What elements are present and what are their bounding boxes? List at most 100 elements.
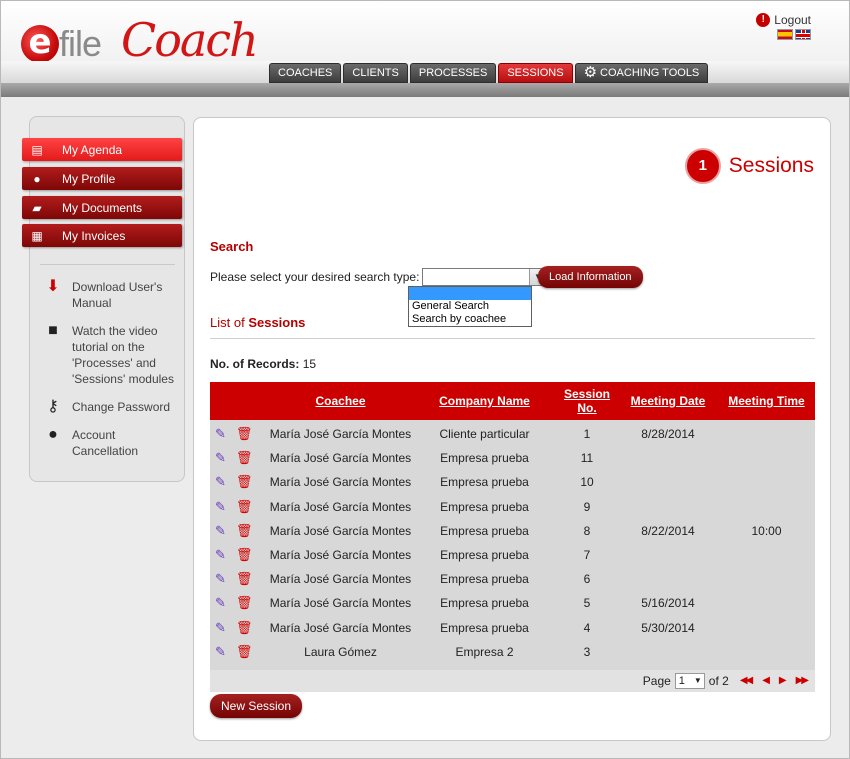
edit-pencil-icon[interactable]: ✎ bbox=[215, 620, 226, 636]
dropdown-option-search-by-coachee[interactable]: Search by coachee bbox=[409, 313, 531, 326]
prev-page-icon[interactable]: ◀ bbox=[762, 675, 770, 686]
next-page-icon[interactable]: ▶ bbox=[779, 675, 787, 686]
cell-meeting-date: 8/28/2014 bbox=[641, 427, 695, 442]
table-row: ✎ 🗑 María José García Montes Empresa prueba… bbox=[210, 470, 815, 494]
column-header-meeting-time[interactable]: Meeting Time bbox=[718, 394, 815, 408]
flag-spain-icon[interactable] bbox=[777, 29, 793, 40]
trash-icon[interactable]: 🗑 bbox=[236, 499, 253, 515]
cell-company: Empresa prueba bbox=[440, 499, 529, 514]
load-information-button[interactable]: Load Information bbox=[538, 266, 643, 288]
trash-icon[interactable]: 🗑 bbox=[236, 644, 253, 660]
table-row: ✎ 🗑 María José García Montes Cliente partic… bbox=[210, 422, 815, 446]
trash-icon[interactable]: 🗑 bbox=[236, 571, 253, 587]
edit-pencil-icon[interactable]: ✎ bbox=[215, 426, 226, 442]
last-page-icon[interactable]: ▶▶ bbox=[796, 675, 809, 686]
trash-icon[interactable]: 🗑 bbox=[236, 450, 253, 466]
efilecoach-logo[interactable]: e file Coach bbox=[21, 9, 259, 69]
list-heading-bold: Sessions bbox=[248, 315, 306, 330]
sidebar-item-my-invoices[interactable]: ▦ My Invoices bbox=[22, 224, 182, 247]
tab-sessions[interactable]: SESSIONS bbox=[498, 63, 573, 83]
link-label: Account Cancellation bbox=[72, 428, 139, 458]
edit-pencil-icon[interactable]: ✎ bbox=[215, 450, 226, 466]
cell-session-no: 9 bbox=[583, 499, 591, 514]
logo-coach: Coach bbox=[121, 13, 259, 67]
tab-label: COACHING TOOLS bbox=[600, 67, 700, 79]
edit-pencil-icon[interactable]: ✎ bbox=[215, 499, 226, 515]
cell-company: Empresa prueba bbox=[440, 596, 529, 611]
cell-meeting-date: 8/22/2014 bbox=[641, 523, 695, 538]
trash-icon[interactable]: 🗑 bbox=[236, 547, 253, 563]
app-frame: e file Coach ! Logout COACHES CLIENTS PR… bbox=[0, 0, 850, 759]
pdf-download-icon: ⬇ bbox=[46, 278, 60, 295]
nav-bar-base bbox=[1, 83, 849, 97]
list-divider bbox=[210, 338, 815, 339]
table-row: ✎ 🗑 María José García Montes Empresa prueba… bbox=[210, 446, 815, 470]
column-header-session-no[interactable]: Session No. bbox=[556, 387, 618, 415]
tab-label: COACHES bbox=[278, 67, 333, 79]
search-type-select[interactable]: ▼ bbox=[422, 268, 547, 286]
video-tutorial-link[interactable]: ■ Watch the video tutorial on the 'Proce… bbox=[40, 323, 180, 387]
cell-coachee: María José García Montes bbox=[269, 620, 412, 635]
row-actions: ✎ 🗑 bbox=[210, 523, 268, 539]
sidebar-item-my-agenda[interactable]: ▤ My Agenda bbox=[22, 138, 182, 161]
edit-pencil-icon[interactable]: ✎ bbox=[215, 571, 226, 587]
dropdown-option-blank[interactable] bbox=[409, 287, 531, 300]
page-select[interactable]: 1 ▼ bbox=[674, 672, 705, 689]
column-header-coachee[interactable]: Coachee bbox=[268, 394, 413, 408]
edit-pencil-icon[interactable]: ✎ bbox=[215, 523, 226, 539]
table-row: ✎ 🗑 María José García Montes Empresa prueba… bbox=[210, 495, 815, 519]
sidebar-item-my-profile[interactable]: ● My Profile bbox=[22, 167, 182, 190]
sidebar-item-label: My Agenda bbox=[62, 142, 123, 157]
tab-coaching-tools[interactable]: ⚙ COACHING TOOLS bbox=[574, 63, 709, 83]
list-heading: List of Sessions bbox=[210, 315, 305, 330]
tab-coaches[interactable]: COACHES bbox=[269, 63, 342, 83]
table-row: ✎ 🗑 María José García Montes Empresa prueba… bbox=[210, 519, 815, 543]
logout-label: Logout bbox=[774, 13, 811, 27]
edit-pencil-icon[interactable]: ✎ bbox=[215, 644, 226, 660]
trash-icon[interactable]: 🗑 bbox=[236, 620, 253, 636]
sidebar-item-my-documents[interactable]: ▰ My Documents bbox=[22, 196, 182, 219]
page-title-text: Sessions bbox=[728, 154, 814, 177]
row-actions: ✎ 🗑 bbox=[210, 499, 268, 515]
pagination: Page 1 ▼ of 2 ◀◀ ◀ ▶ ▶▶ bbox=[210, 669, 815, 692]
edit-pencil-icon[interactable]: ✎ bbox=[215, 474, 226, 490]
first-page-icon[interactable]: ◀◀ bbox=[740, 675, 753, 686]
tab-clients[interactable]: CLIENTS bbox=[343, 63, 408, 83]
row-actions: ✎ 🗑 bbox=[210, 450, 268, 466]
column-header-meeting-date[interactable]: Meeting Date bbox=[618, 394, 718, 408]
trash-icon[interactable]: 🗑 bbox=[236, 474, 253, 490]
dropdown-option-general-search[interactable]: General Search bbox=[409, 300, 531, 313]
edit-pencil-icon[interactable]: ✎ bbox=[215, 547, 226, 563]
link-label: Watch the video tutorial on the 'Process… bbox=[72, 324, 174, 386]
cell-coachee: María José García Montes bbox=[269, 475, 412, 490]
account-cancellation-link[interactable]: ● Account Cancellation bbox=[40, 427, 180, 459]
cell-session-no: 5 bbox=[583, 596, 591, 611]
logo-file: file bbox=[59, 23, 102, 64]
table-row: ✎ 🗑 María José García Montes Empresa prueba… bbox=[210, 543, 815, 567]
download-manual-link[interactable]: ⬇ Download User's Manual bbox=[40, 279, 180, 311]
page-label: Page bbox=[642, 673, 671, 688]
cell-company: Empresa prueba bbox=[440, 548, 529, 563]
records-label: No. of Records: bbox=[210, 357, 300, 371]
flag-uk-icon[interactable] bbox=[795, 29, 811, 40]
tab-processes[interactable]: PROCESSES bbox=[409, 63, 497, 83]
change-password-link[interactable]: ⚷ Change Password bbox=[40, 399, 180, 415]
trash-icon[interactable]: 🗑 bbox=[236, 426, 253, 442]
cell-company: Cliente particular bbox=[439, 427, 530, 442]
trash-icon[interactable]: 🗑 bbox=[236, 523, 253, 539]
logout-link[interactable]: ! Logout bbox=[756, 13, 811, 27]
main-nav-tabs: COACHES CLIENTS PROCESSES SESSIONS ⚙ COAC… bbox=[269, 63, 709, 83]
cell-meeting-date: 5/16/2014 bbox=[641, 596, 695, 611]
records-value: 15 bbox=[302, 357, 317, 371]
edit-pencil-icon[interactable]: ✎ bbox=[215, 595, 226, 611]
sidebar-divider bbox=[40, 264, 175, 265]
search-prompt: Please select your desired search type: bbox=[210, 270, 420, 284]
new-session-button[interactable]: New Session bbox=[210, 694, 303, 718]
sidebar: ▤ My Agenda ● My Profile ▰ My Documents … bbox=[22, 116, 185, 482]
calendar-1-icon: 1 bbox=[684, 148, 721, 184]
page-of-label: of 2 bbox=[708, 673, 729, 688]
column-header-company[interactable]: Company Name bbox=[413, 394, 556, 408]
trash-icon[interactable]: 🗑 bbox=[236, 595, 253, 611]
list-heading-prefix: List of bbox=[210, 315, 245, 330]
table-row: ✎ 🗑 Laura Gómez Empresa 23 bbox=[210, 640, 815, 664]
